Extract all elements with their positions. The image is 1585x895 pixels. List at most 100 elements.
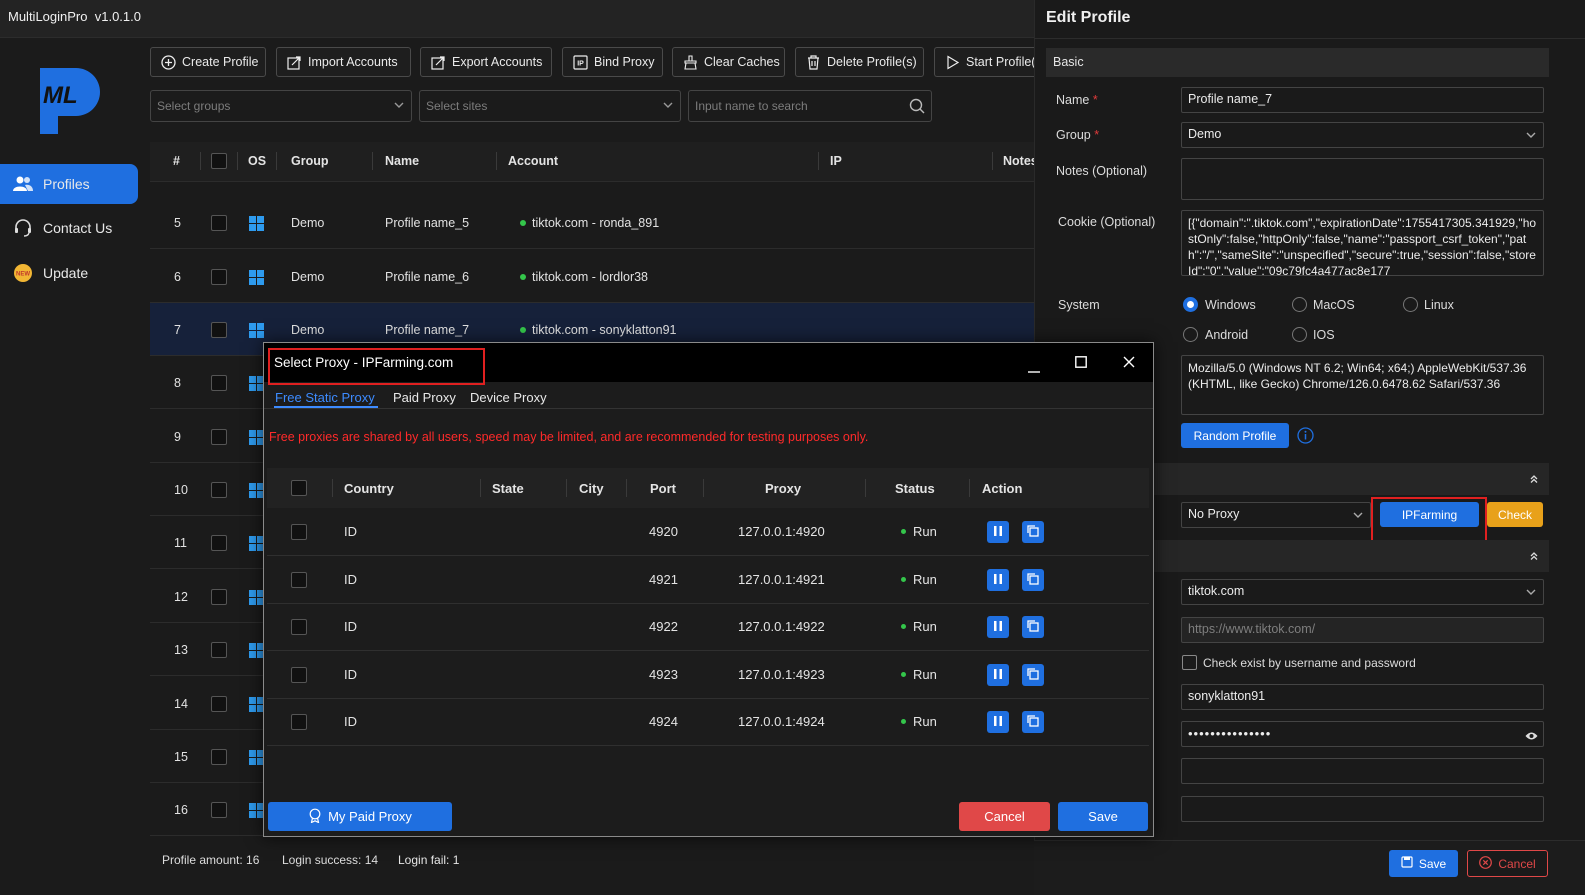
windows-icon: [249, 430, 264, 445]
notes-field[interactable]: [1181, 158, 1544, 200]
row-checkbox[interactable]: [211, 802, 227, 818]
my-paid-proxy-label: My Paid Proxy: [328, 809, 412, 824]
row-account: tiktok.com - sonyklatton91: [532, 323, 677, 337]
copy-button[interactable]: [1022, 521, 1044, 543]
info-icon[interactable]: [1297, 427, 1314, 447]
username-field[interactable]: sonyklatton91: [1181, 684, 1544, 710]
select-all-checkbox[interactable]: [211, 153, 227, 169]
basic-section-header[interactable]: Basic: [1046, 48, 1549, 77]
create-profile-button[interactable]: Create Profile: [150, 47, 266, 77]
proxy-row[interactable]: [267, 508, 1149, 556]
edit-save-button[interactable]: Save: [1389, 850, 1458, 877]
export-accounts-button[interactable]: Export Accounts: [420, 47, 552, 77]
copy-button[interactable]: [1022, 616, 1044, 638]
col-state: State: [492, 481, 524, 496]
row-checkbox[interactable]: [211, 535, 227, 551]
close-icon[interactable]: [1123, 356, 1135, 371]
row-checkbox[interactable]: [211, 215, 227, 231]
row-name: Profile name_5: [385, 216, 470, 230]
pause-button[interactable]: [987, 664, 1009, 686]
column-divider: [969, 479, 970, 497]
dialog-cancel-button[interactable]: Cancel: [959, 802, 1050, 831]
column-divider: [332, 479, 333, 497]
account-section-header[interactable]: [1153, 540, 1549, 572]
proxy-row[interactable]: [267, 603, 1149, 651]
maximize-icon[interactable]: [1075, 356, 1087, 371]
proxy-row-checkbox[interactable]: [291, 714, 307, 730]
site-select[interactable]: tiktok.com: [1181, 579, 1544, 605]
url-field[interactable]: https://www.tiktok.com/: [1181, 617, 1544, 643]
check-exist-checkbox[interactable]: [1182, 655, 1197, 670]
row-checkbox[interactable]: [211, 429, 227, 445]
row-checkbox[interactable]: [211, 482, 227, 498]
row-checkbox[interactable]: [211, 375, 227, 391]
proxy-select-all-checkbox[interactable]: [291, 480, 307, 496]
extra-field-2[interactable]: [1181, 796, 1544, 822]
pause-button[interactable]: [987, 521, 1009, 543]
copy-button[interactable]: [1022, 569, 1044, 591]
row-checkbox[interactable]: [211, 696, 227, 712]
search-input[interactable]: Input name to search: [688, 90, 932, 122]
row-checkbox[interactable]: [211, 589, 227, 605]
user-agent-field[interactable]: Mozilla/5.0 (Windows NT 6.2; Win64; x64;…: [1181, 355, 1544, 415]
random-profile-button[interactable]: Random Profile: [1181, 423, 1289, 448]
cookie-field[interactable]: [{"domain":".tiktok.com","expirationDate…: [1181, 210, 1544, 276]
windows-icon: [249, 803, 264, 818]
group-select[interactable]: Demo: [1181, 122, 1544, 148]
proxy-select[interactable]: No Proxy: [1181, 502, 1371, 528]
dialog-save-button[interactable]: Save: [1058, 802, 1148, 831]
clear-caches-button[interactable]: Clear Caches: [672, 47, 785, 77]
groups-select[interactable]: Select groups: [150, 90, 412, 122]
tab-paid-proxy[interactable]: Paid Proxy: [393, 390, 456, 405]
start-profiles-button[interactable]: Start Profile(s): [934, 47, 1034, 77]
proxy-row-checkbox[interactable]: [291, 524, 307, 540]
collapse-icon[interactable]: [1529, 472, 1539, 487]
row-checkbox[interactable]: [211, 749, 227, 765]
pause-button[interactable]: [987, 569, 1009, 591]
my-paid-proxy-button[interactable]: My Paid Proxy: [268, 802, 452, 831]
pause-button[interactable]: [987, 616, 1009, 638]
sites-select[interactable]: Select sites: [419, 90, 681, 122]
extra-field-1[interactable]: [1181, 758, 1544, 784]
row-checkbox[interactable]: [211, 322, 227, 338]
proxy-row[interactable]: [267, 698, 1149, 746]
tab-free-static-proxy[interactable]: Free Static Proxy: [275, 390, 375, 405]
sidebar-item-contact-us[interactable]: Contact Us: [0, 208, 138, 248]
row-checkbox[interactable]: [211, 269, 227, 285]
headset-icon: [12, 219, 34, 237]
os-radio-macos[interactable]: [1292, 297, 1307, 312]
column-divider: [818, 152, 819, 170]
delete-profiles-button[interactable]: Delete Profile(s): [795, 47, 924, 77]
row-checkbox[interactable]: [211, 642, 227, 658]
os-radio-linux[interactable]: [1403, 297, 1418, 312]
proxy-row[interactable]: [267, 556, 1149, 604]
copy-button[interactable]: [1022, 664, 1044, 686]
edit-cancel-button[interactable]: Cancel: [1467, 850, 1548, 877]
collapse-icon[interactable]: [1529, 549, 1539, 564]
proxy-row-checkbox[interactable]: [291, 667, 307, 683]
bind-proxy-button[interactable]: IP Bind Proxy: [562, 47, 663, 77]
tab-device-proxy[interactable]: Device Proxy: [470, 390, 547, 405]
proxy-section-header[interactable]: [1153, 463, 1549, 495]
minimize-icon[interactable]: [1028, 362, 1040, 377]
password-field[interactable]: •••••••••••••••: [1181, 721, 1544, 747]
sidebar-item-update[interactable]: NEW Update: [0, 253, 138, 293]
pause-button[interactable]: [987, 711, 1009, 733]
pause-icon: [993, 715, 1003, 730]
sidebar-item-profiles[interactable]: Profiles: [0, 164, 138, 204]
import-accounts-button[interactable]: Import Accounts: [276, 47, 411, 77]
pause-icon: [993, 668, 1003, 683]
chevron-down-icon: [662, 99, 674, 114]
os-radio-windows[interactable]: [1183, 297, 1198, 312]
proxy-row-checkbox[interactable]: [291, 572, 307, 588]
os-radio-android[interactable]: [1183, 327, 1198, 342]
eye-icon[interactable]: [1525, 729, 1538, 744]
copy-button[interactable]: [1022, 711, 1044, 733]
os-radio-ios[interactable]: [1292, 327, 1307, 342]
proxy-row-checkbox[interactable]: [291, 619, 307, 635]
ipfarming-button[interactable]: IPFarming: [1380, 502, 1479, 527]
svg-text:NEW: NEW: [16, 272, 30, 278]
check-proxy-button[interactable]: Check: [1487, 502, 1543, 527]
proxy-row[interactable]: [267, 651, 1149, 699]
name-field[interactable]: Profile name_7: [1181, 87, 1544, 113]
